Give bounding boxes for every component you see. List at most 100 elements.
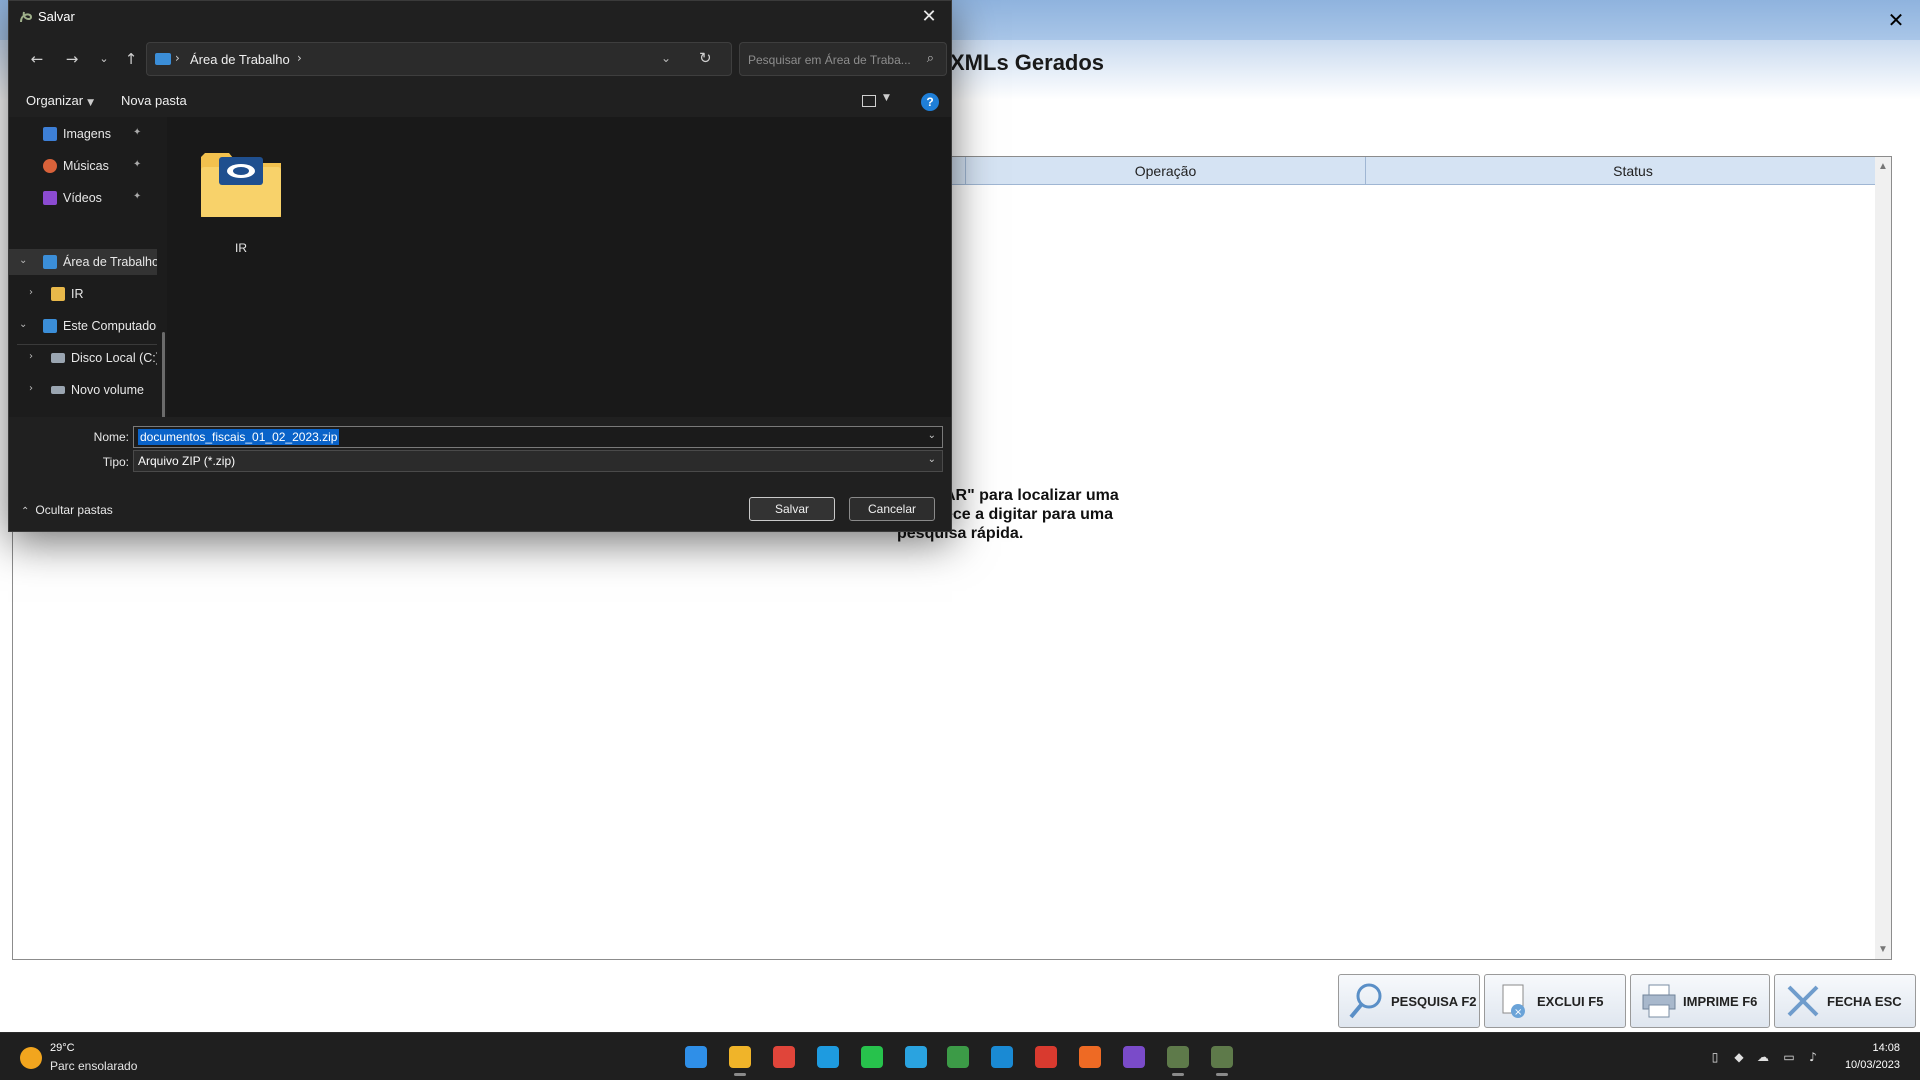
refresh-icon[interactable]: ↻ xyxy=(699,49,712,67)
imprime-button[interactable]: IMPRIME F6 xyxy=(1630,974,1770,1028)
clock-date[interactable]: 10/03/2023 xyxy=(1845,1059,1900,1071)
breadcrumb-desktop[interactable]: Área de Trabalho xyxy=(190,52,290,67)
search-box[interactable]: ⌕ xyxy=(739,42,947,76)
forward-arrow-icon[interactable]: → xyxy=(60,47,84,71)
close-icon[interactable]: ✕ xyxy=(915,3,943,31)
file-explorer-icon-glyph xyxy=(729,1046,751,1068)
grid-col-status[interactable]: Status xyxy=(1366,157,1900,185)
hide-folders-toggle[interactable]: ⌃ Ocultar pastas xyxy=(21,503,113,517)
media-app-icon-glyph xyxy=(1123,1046,1145,1068)
folder-label: IR xyxy=(235,241,247,255)
nav-item-label: Músicas xyxy=(63,159,109,173)
chrome-icon-glyph xyxy=(773,1046,795,1068)
videos-icon xyxy=(43,191,57,205)
recent-locations-icon[interactable]: ⌄ xyxy=(92,47,116,71)
filetype-value: Arquivo ZIP (*.zip) xyxy=(138,454,236,468)
address-bar[interactable]: › Área de Trabalho › ⌄ ↻ xyxy=(146,42,732,76)
firefox-icon[interactable] xyxy=(1074,1041,1106,1073)
app-close-icon[interactable]: ✕ xyxy=(1884,8,1908,32)
nav-item-videos[interactable]: Vídeos ✦ xyxy=(9,185,157,211)
nav-item-area-de-trabalho[interactable]: ⌄ Área de Trabalho xyxy=(9,249,157,275)
edge-icon[interactable] xyxy=(812,1041,844,1073)
security-icon[interactable]: ◆ xyxy=(1732,1050,1746,1064)
nav-item-label: Este Computador xyxy=(63,319,157,333)
edge-icon-glyph xyxy=(817,1046,839,1068)
hint-line: AR" para localizar uma xyxy=(944,487,1119,504)
chrome-icon[interactable] xyxy=(768,1041,800,1073)
volume-icon[interactable]: ♪ xyxy=(1806,1050,1820,1064)
grid-scrollbar[interactable]: ▲ ▼ xyxy=(1875,157,1891,959)
system-app-icon[interactable] xyxy=(1162,1041,1194,1076)
nav-item-novo-volume[interactable]: › Novo volume xyxy=(9,377,157,403)
red-app-icon-glyph xyxy=(1035,1046,1057,1068)
nav-item-label: Disco Local (C:) xyxy=(71,351,157,365)
chevron-right-icon[interactable]: › xyxy=(29,383,33,394)
hint-line: ece a digitar para uma xyxy=(944,506,1113,523)
clock-time[interactable]: 14:08 xyxy=(1872,1042,1900,1054)
address-dropdown-icon[interactable]: ⌄ xyxy=(661,51,671,65)
chevron-down-icon[interactable]: ⌄ xyxy=(928,430,936,441)
grid-col-operacao[interactable]: Operação xyxy=(966,157,1366,185)
save-button[interactable]: Salvar xyxy=(749,497,835,521)
chevron-right-icon[interactable]: › xyxy=(29,351,33,362)
weather-description[interactable]: Parc ensolarado xyxy=(50,1059,137,1073)
filetype-select[interactable]: Arquivo ZIP (*.zip) ⌄ xyxy=(133,450,943,472)
nav-item-label: Imagens xyxy=(63,127,111,141)
view-caret-icon[interactable]: ▼ xyxy=(883,93,890,103)
view-mode-icon[interactable] xyxy=(862,95,876,107)
pesquisa-button[interactable]: PESQUISA F2 xyxy=(1338,974,1480,1028)
cancel-button[interactable]: Cancelar xyxy=(849,497,935,521)
usb-icon[interactable]: ▯ xyxy=(1708,1050,1722,1064)
up-arrow-icon[interactable]: ↑ xyxy=(119,47,143,71)
fecha-button[interactable]: FECHA ESC xyxy=(1774,974,1916,1028)
breadcrumb-separator: › xyxy=(175,51,180,65)
chevron-up-icon: ⌃ xyxy=(21,506,30,517)
nav-item-imagens[interactable]: Imagens ✦ xyxy=(9,121,157,147)
command-bar: Organizar ▼ Nova pasta ▼ ? xyxy=(9,87,951,117)
search-icon[interactable]: ⌕ xyxy=(927,51,934,66)
chevron-down-icon[interactable]: ⌄ xyxy=(928,454,936,465)
organize-menu[interactable]: Organizar ▼ xyxy=(26,93,94,108)
weather-sun-icon[interactable] xyxy=(20,1047,42,1069)
folder-item-ir[interactable]: IR xyxy=(197,137,285,255)
nav-item-disco-local[interactable]: › Disco Local (C:) xyxy=(9,345,157,371)
chevron-down-icon[interactable]: ⌄ xyxy=(19,255,27,266)
pesquisa-label: PESQUISA F2 xyxy=(1391,993,1477,1009)
nav-item-label: IR xyxy=(71,287,84,301)
help-icon[interactable]: ? xyxy=(921,93,939,111)
system-app-2-icon[interactable] xyxy=(1206,1041,1238,1076)
file-explorer-icon[interactable] xyxy=(724,1041,756,1076)
caret-down-icon: ▼ xyxy=(87,98,94,108)
whatsapp-icon-glyph xyxy=(861,1046,883,1068)
nav-item-este-computador[interactable]: ⌄ Este Computador xyxy=(9,313,157,339)
chevron-right-icon[interactable]: › xyxy=(29,287,33,298)
filename-value[interactable]: documentos_fiscais_01_02_2023.zip xyxy=(138,429,340,445)
start-icon[interactable] xyxy=(680,1041,712,1073)
running-indicator xyxy=(1216,1073,1228,1076)
network-icon[interactable]: ▭ xyxy=(1782,1050,1796,1064)
telegram-icon[interactable] xyxy=(900,1041,932,1073)
nav-item-musicas[interactable]: Músicas ✦ xyxy=(9,153,157,179)
exclui-button[interactable]: × EXCLUI F5 xyxy=(1484,974,1626,1028)
nav-item-ir[interactable]: › IR xyxy=(9,281,157,307)
remote-app-icon[interactable] xyxy=(986,1041,1018,1073)
new-folder-button[interactable]: Nova pasta xyxy=(121,93,187,108)
scroll-down-icon[interactable]: ▼ xyxy=(1878,944,1888,955)
whatsapp-icon[interactable] xyxy=(856,1041,888,1073)
media-app-icon[interactable] xyxy=(1118,1041,1150,1073)
cloud-icon[interactable]: ☁ xyxy=(1756,1050,1770,1064)
back-arrow-icon[interactable]: ← xyxy=(25,47,49,71)
file-list[interactable]: IR xyxy=(167,117,951,417)
weather-temperature[interactable]: 29°C xyxy=(50,1042,75,1054)
spreadsheet-icon[interactable] xyxy=(942,1041,974,1073)
breadcrumb-separator[interactable]: › xyxy=(297,51,302,65)
save-dialog: Salvar ✕ ← → ⌄ ↑ › Área de Trabalho › ⌄ … xyxy=(8,0,952,532)
dialog-titlebar[interactable]: Salvar ✕ xyxy=(9,1,951,33)
search-input[interactable] xyxy=(748,50,913,70)
filename-field[interactable]: documentos_fiscais_01_02_2023.zip ⌄ xyxy=(133,426,943,448)
scroll-up-icon[interactable]: ▲ xyxy=(1878,161,1888,172)
red-app-icon[interactable] xyxy=(1030,1041,1062,1073)
chevron-down-icon[interactable]: ⌄ xyxy=(19,319,27,330)
navigation-pane[interactable]: Imagens ✦ Músicas ✦ Vídeos ✦ ⌄ Área de T… xyxy=(9,117,167,482)
spreadsheet-icon-glyph xyxy=(947,1046,969,1068)
